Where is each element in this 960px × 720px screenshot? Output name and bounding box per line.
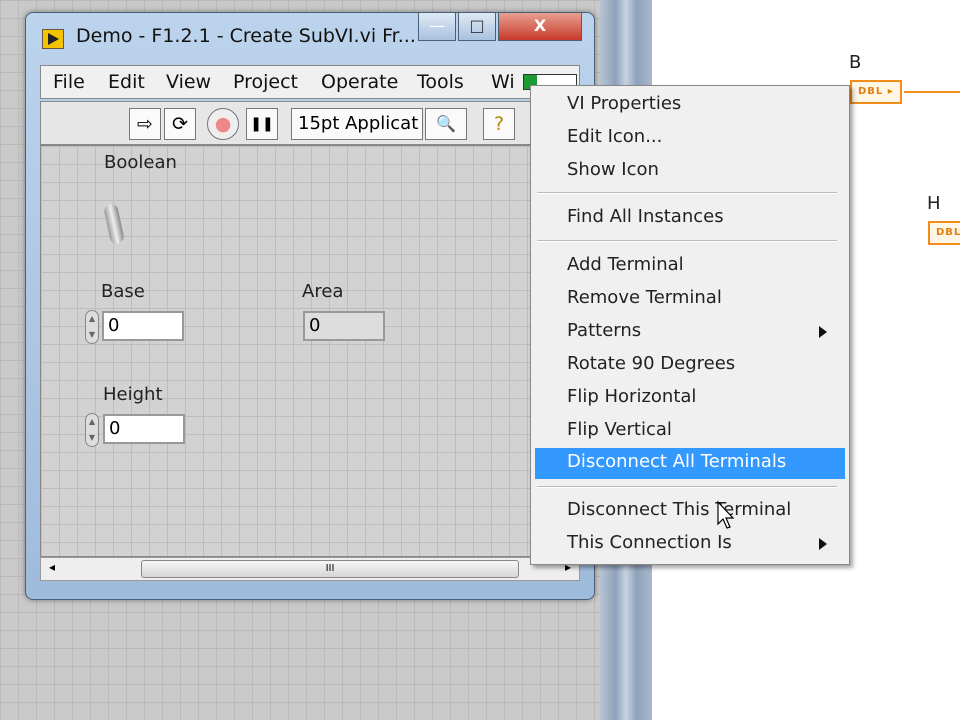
terminal-h[interactable]: DBL (928, 221, 960, 245)
pause-button[interactable]: ❚❚ (246, 108, 278, 140)
area-indicator: 0 (303, 311, 385, 341)
menu-file[interactable]: File (53, 71, 85, 93)
run-button[interactable]: ⇨ (129, 108, 161, 140)
terminal-h-type: DBL (936, 227, 960, 238)
boolean-label: Boolean (104, 152, 177, 173)
front-panel: Boolean Base ▲ ▼ 0 Area 0 Height ▲ ▼ 0 (40, 145, 580, 557)
labview-icon (42, 29, 64, 49)
menu-item-flip-horizontal[interactable]: Flip Horizontal (535, 383, 845, 414)
menu-item-patterns-label: Patterns (567, 320, 642, 341)
run-continuously-button[interactable]: ⟳ (164, 108, 196, 140)
submenu-arrow-icon (819, 326, 827, 338)
menu-item-flip-vertical[interactable]: Flip Vertical (535, 416, 845, 447)
menu-edit[interactable]: Edit (108, 71, 145, 93)
menu-bar: File Edit View Project Operate Tools Wi (40, 65, 580, 99)
mouse-cursor-icon (717, 500, 735, 529)
menu-item-add-terminal[interactable]: Add Terminal (535, 251, 845, 282)
scroll-thumb[interactable]: III (141, 560, 519, 578)
menu-window[interactable]: Wi (491, 71, 515, 93)
menu-item-show-icon[interactable]: Show Icon (535, 156, 845, 187)
menu-item-rotate-90[interactable]: Rotate 90 Degrees (535, 350, 845, 381)
menu-item-find-all-instances[interactable]: Find All Instances (535, 203, 845, 234)
font-dropdown[interactable]: 15pt Applicat (291, 108, 423, 140)
base-label: Base (101, 281, 145, 302)
height-input[interactable]: 0 (103, 414, 185, 444)
menu-tools[interactable]: Tools (417, 71, 464, 93)
toolbar: ⇨ ⟳ ● ❚❚ 15pt Applicat 🔍 ? (40, 101, 580, 145)
separator (537, 240, 837, 242)
submenu-arrow-icon (819, 538, 827, 550)
menu-operate[interactable]: Operate (321, 71, 398, 93)
menu-item-this-connection-is-label: This Connection Is (567, 532, 732, 553)
menu-project[interactable]: Project (233, 71, 298, 93)
height-label: Height (103, 384, 163, 405)
menu-item-edit-icon[interactable]: Edit Icon... (535, 123, 845, 154)
terminal-label-h: H (927, 193, 941, 214)
separator (537, 486, 837, 488)
terminal-b[interactable]: DBL ▸ (850, 80, 902, 104)
separator (537, 192, 837, 194)
context-menu: VI Properties Edit Icon... Show Icon Fin… (530, 85, 850, 565)
horizontal-scrollbar[interactable]: ◂ III ▸ (40, 557, 580, 581)
maximize-button[interactable]: □ (458, 13, 496, 41)
menu-item-disconnect-this-terminal[interactable]: Disconnect This Terminal (535, 496, 845, 527)
menu-item-patterns[interactable]: Patterns (535, 317, 845, 348)
terminal-label-b: B (849, 52, 862, 73)
scroll-left-icon[interactable]: ◂ (49, 560, 55, 574)
minimize-button[interactable]: — (418, 13, 456, 41)
menu-item-remove-terminal[interactable]: Remove Terminal (535, 284, 845, 315)
height-increment-decrement[interactable]: ▲ ▼ (85, 413, 99, 447)
menu-item-disconnect-all-terminals[interactable]: Disconnect All Terminals (535, 448, 845, 479)
terminal-b-type: DBL (858, 86, 884, 97)
help-button[interactable]: ? (483, 108, 515, 140)
menu-view[interactable]: View (166, 71, 211, 93)
search-button[interactable]: 🔍 (425, 108, 467, 140)
abort-button[interactable]: ● (207, 108, 239, 140)
boolean-toggle-switch[interactable] (102, 202, 126, 246)
menu-item-vi-properties[interactable]: VI Properties (535, 90, 845, 121)
window-title: Demo - F1.2.1 - Create SubVI.vi Fr... (76, 25, 416, 47)
base-input[interactable]: 0 (102, 311, 184, 341)
area-label: Area (302, 281, 344, 302)
base-increment-decrement[interactable]: ▲ ▼ (85, 310, 99, 344)
wire (904, 91, 960, 93)
scroll-grip-icon: III (325, 563, 335, 574)
menu-item-this-connection-is[interactable]: This Connection Is (535, 529, 845, 560)
front-panel-window: Demo - F1.2.1 - Create SubVI.vi Fr... — … (25, 12, 595, 600)
close-button[interactable]: X (498, 13, 582, 41)
